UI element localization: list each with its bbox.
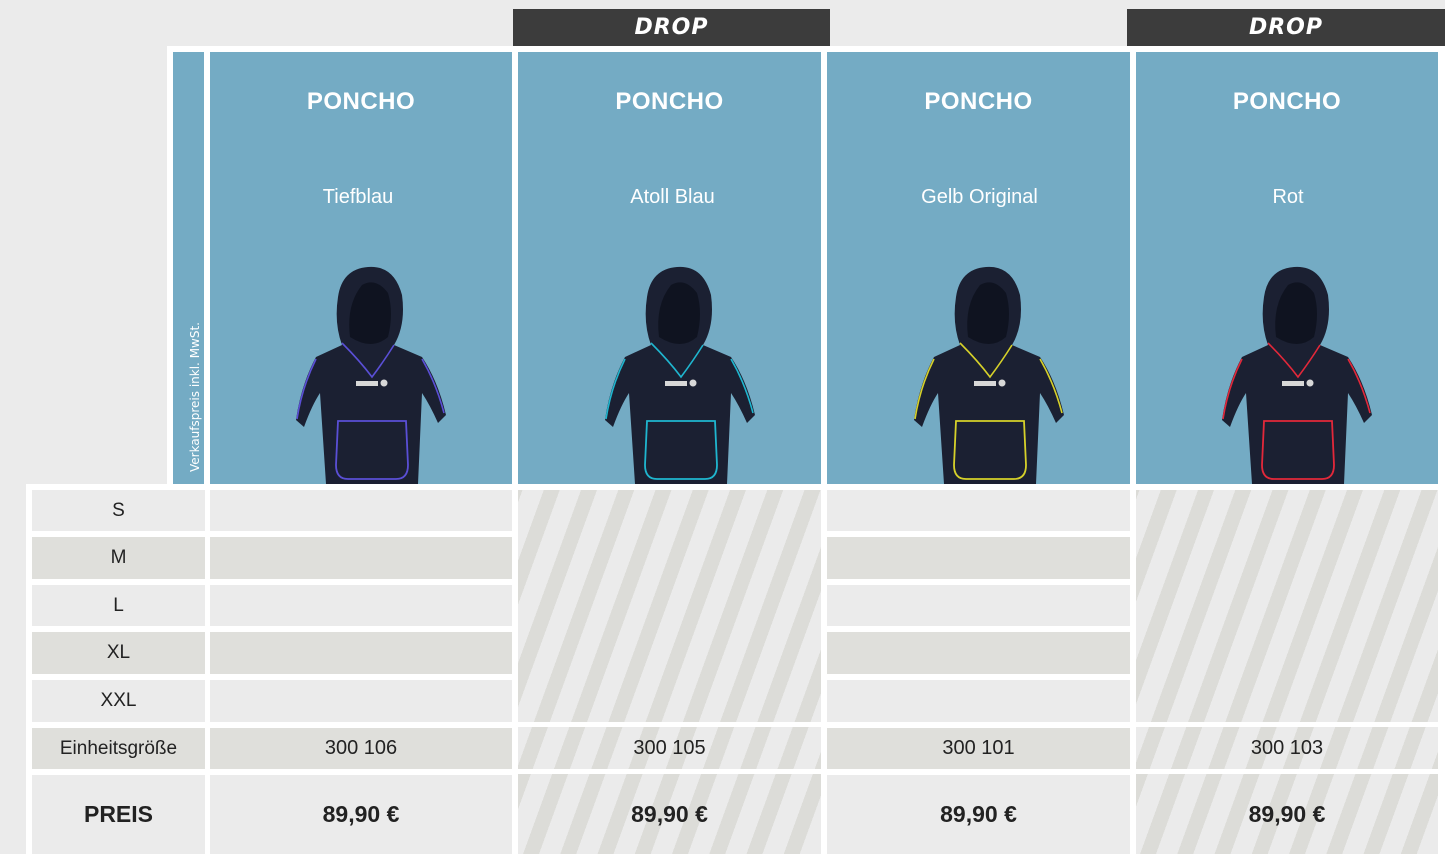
price-value: 89,90 € (1248, 801, 1326, 827)
product-name: PONCHO (924, 88, 1033, 115)
size-cell-xl (210, 632, 512, 674)
size-label-l: L (32, 585, 205, 626)
unit-size-label: Einheitsgröße (32, 728, 205, 769)
row-divider (1136, 769, 1438, 774)
product-card-gelb-original: PONCHO Gelb Original (827, 52, 1130, 484)
size-cell-l (210, 585, 512, 626)
drop-banner-rot: DROP (1127, 9, 1445, 46)
product-color: Rot (1272, 186, 1304, 208)
product-name: PONCHO (615, 88, 724, 115)
article-number: 300 101 (827, 728, 1130, 769)
size-cell-xl (827, 632, 1130, 674)
poncho-image (913, 266, 1064, 484)
size-label-m: M (32, 537, 205, 579)
size-cell-s (827, 490, 1130, 531)
size-label-xxl: XXL (32, 680, 205, 722)
price-value: 89,90 € (827, 775, 1130, 854)
product-name: PONCHO (1232, 88, 1342, 115)
article-number: 300 105 (633, 737, 706, 759)
size-cell-xxl (827, 680, 1130, 722)
poncho-image (296, 266, 446, 484)
side-price-label: Verkaufspreis inkl. MwSt. (188, 322, 202, 472)
row-divider (1136, 722, 1438, 727)
size-cell-m (210, 537, 512, 579)
product-color: Gelb Original (921, 186, 1038, 208)
product-name: PONCHO (306, 88, 416, 115)
size-label-xl: XL (32, 632, 205, 674)
row-divider (518, 769, 821, 774)
size-cell-m (827, 537, 1130, 579)
size-cell-s (210, 490, 512, 531)
product-color: Tiefblau (322, 186, 394, 208)
row-divider (518, 722, 821, 727)
product-card-atoll-blau: PONCHO Atoll Blau (518, 52, 821, 484)
size-label-s: S (32, 490, 205, 531)
product-color: Atoll Blau (630, 186, 715, 208)
product-card-rot: PONCHO Rot (1136, 52, 1438, 484)
price-label: PREIS (32, 775, 205, 854)
article-number: 300 103 (1250, 737, 1324, 759)
price-value: 89,90 € (210, 775, 512, 854)
product-card-tiefblau: PONCHO Tiefblau (210, 52, 512, 484)
size-cell-l (827, 585, 1130, 626)
poncho-image (1222, 266, 1372, 484)
drop-banner-atoll: DROP (513, 9, 830, 46)
size-cell-xxl (210, 680, 512, 722)
article-number: 300 106 (210, 728, 512, 769)
price-value: 89,90 € (631, 801, 708, 827)
poncho-image (604, 266, 755, 484)
